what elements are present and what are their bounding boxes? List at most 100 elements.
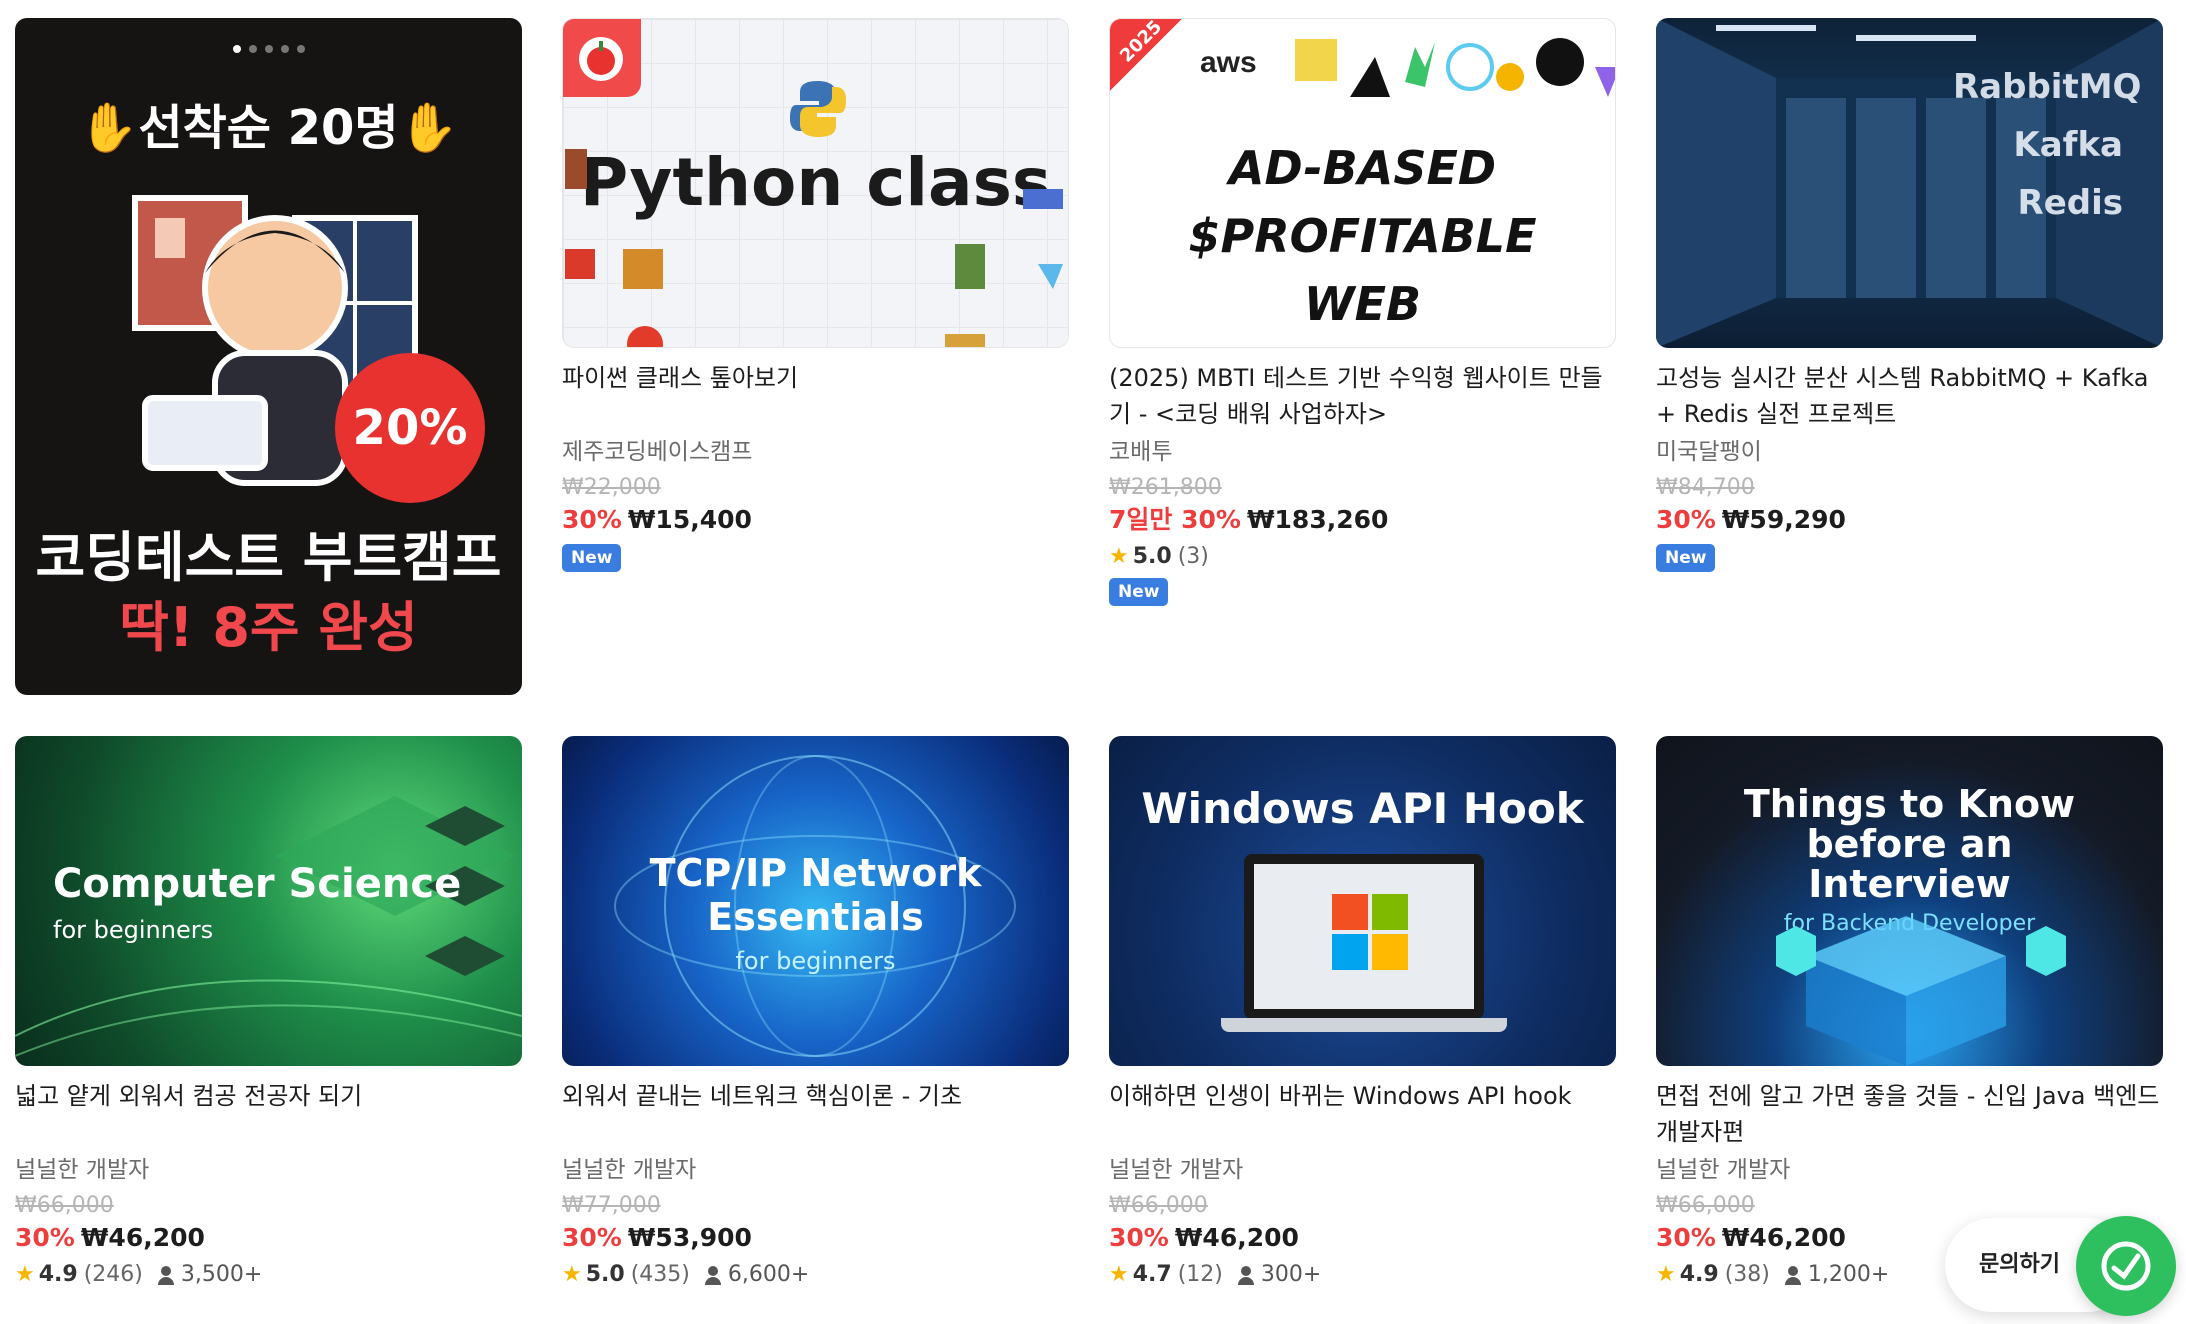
review-count: (435) xyxy=(630,1262,690,1287)
carousel-dots xyxy=(15,38,522,57)
new-badge: New xyxy=(1109,578,1169,606)
pixel-characters-illustration xyxy=(565,149,1063,347)
original-price: ₩22,000 xyxy=(562,475,661,500)
discount-rate: 30% xyxy=(1109,1223,1169,1252)
instructor-name[interactable]: 코배투 xyxy=(1109,432,1616,472)
sale-price: ₩53,900 xyxy=(627,1223,752,1252)
user-icon xyxy=(1237,1264,1255,1286)
star-icon: ★ xyxy=(15,1262,35,1287)
student-count: 300+ xyxy=(1260,1262,1322,1287)
original-price: ₩66,000 xyxy=(15,1193,114,1218)
review-count: (3) xyxy=(1177,544,1209,569)
original-price: ₩77,000 xyxy=(562,1193,661,1218)
course-title[interactable]: (2025) MBTI 테스트 기반 수익형 웹사이트 만들기 - <코딩 배워… xyxy=(1109,360,1616,432)
star-icon: ★ xyxy=(562,1262,582,1287)
course-thumbnail[interactable]: TCP/IP Network Essentials for beginners xyxy=(562,736,1069,1066)
tech-logos-illustration: aws xyxy=(1200,38,1615,97)
discount-rate: 30% xyxy=(1656,1223,1716,1252)
user-icon xyxy=(1784,1264,1802,1286)
instructor-name[interactable]: 미국달팽이 xyxy=(1656,432,2163,472)
original-price: ₩66,000 xyxy=(1109,1193,1208,1218)
course-thumbnail[interactable]: RabbitMQ Kafka Redis xyxy=(1656,18,2163,348)
price-line: 7일만 30% ₩183,260 xyxy=(1109,504,1616,536)
instructor-name[interactable]: 널널한 개발자 xyxy=(1109,1150,1616,1190)
carousel-dot[interactable] xyxy=(248,45,257,53)
windows-logo-icon xyxy=(1332,894,1412,974)
chat-button[interactable] xyxy=(2076,1216,2176,1316)
sale-price: ₩46,200 xyxy=(80,1223,205,1252)
carousel-dot[interactable] xyxy=(296,45,305,53)
price-line: 30% ₩53,900 xyxy=(562,1222,1069,1254)
course-title[interactable]: 고성능 실시간 분산 시스템 RabbitMQ + Kafka + Redis … xyxy=(1656,360,2163,432)
course-thumbnail[interactable]: Things to Know before an Interview for Ba… xyxy=(1656,736,2163,1066)
course-title[interactable]: 외워서 끝내는 네트워크 핵심이론 - 기초 xyxy=(562,1078,1069,1150)
course-thumbnail[interactable]: Computer Science for beginners xyxy=(15,736,522,1066)
rating-value: 5.0 xyxy=(585,1262,625,1287)
course-thumbnail[interactable]: Python class xyxy=(562,18,1069,348)
rating-row: ★ 5.0 (3) xyxy=(1109,536,1616,578)
instructor-name[interactable]: 널널한 개발자 xyxy=(1656,1150,2163,1190)
rating-value: 4.9 xyxy=(1679,1262,1719,1287)
discount-rate: 30% xyxy=(15,1223,75,1252)
laptop-illustration xyxy=(1244,854,1484,1019)
course-title[interactable]: 이해하면 인생이 바뀌는 Windows API hook xyxy=(1109,1078,1616,1150)
svg-text:aws: aws xyxy=(1200,46,1257,79)
thumbnail-text: RabbitMQ Kafka Redis xyxy=(1953,67,2142,223)
review-count: (38) xyxy=(1724,1262,1770,1287)
instructor-name[interactable]: 널널한 개발자 xyxy=(15,1150,522,1190)
thumbnail-heading: TCP/IP Network Essentials xyxy=(649,851,982,939)
discount-rate: 30% xyxy=(1656,505,1716,534)
sale-price: ₩46,200 xyxy=(1721,1223,1846,1252)
user-icon xyxy=(157,1264,175,1286)
original-price: ₩261,800 xyxy=(1109,475,1222,500)
carousel-dot[interactable] xyxy=(280,45,289,53)
star-icon: ★ xyxy=(1656,1262,1676,1287)
student-count: 6,600+ xyxy=(727,1262,810,1287)
thumbnail-text: Windows API Hook xyxy=(1141,784,1584,833)
original-price: ₩84,700 xyxy=(1656,475,1755,500)
laptop-base xyxy=(1221,1018,1507,1032)
user-icon xyxy=(704,1264,722,1286)
discount-seal: 20% xyxy=(335,353,485,503)
star-icon: ★ xyxy=(1109,544,1129,569)
rating-row: ★ 4.7 (12) 300+ xyxy=(1109,1254,1616,1296)
apple-logo-icon xyxy=(563,19,641,97)
course-thumbnail[interactable]: Windows API Hook xyxy=(1109,736,1616,1066)
course-title[interactable]: 파이썬 클래스 톺아보기 xyxy=(562,360,1069,432)
rating-value: 4.9 xyxy=(38,1262,78,1287)
rating-value: 5.0 xyxy=(1132,544,1172,569)
student-count: 3,500+ xyxy=(180,1262,263,1287)
instructor-name[interactable]: 널널한 개발자 xyxy=(562,1150,1069,1190)
course-grid: ✋선착순 20명✋ 20% 코딩테스트 부트캠프 딱! 8주 완성 Python… xyxy=(15,18,2165,1318)
thumbnail-subheading: for beginners xyxy=(735,947,896,975)
course-thumbnail[interactable]: 2025 aws AD-BASED $PROFITABLE WEB xyxy=(1109,18,1616,348)
course-title[interactable]: 면접 전에 알고 가면 좋을 것들 - 신입 Java 백엔드 개발자편 xyxy=(1656,1078,2163,1150)
sale-price: ₩15,400 xyxy=(627,505,752,534)
discount-rate: 7일만 30% xyxy=(1109,505,1241,534)
promo-subtitle: 딱! 8주 완성 xyxy=(119,596,418,659)
rating-row: ★ 4.9 (246) 3,500+ xyxy=(15,1254,522,1296)
price-line: 30% ₩46,200 xyxy=(1109,1222,1616,1254)
carousel-dot[interactable] xyxy=(264,45,273,53)
course-title[interactable]: 넓고 얕게 외워서 컴공 전공자 되기 xyxy=(15,1078,522,1150)
rating-row: ★ 5.0 (435) 6,600+ xyxy=(562,1254,1069,1296)
sale-price: ₩59,290 xyxy=(1721,505,1846,534)
thumbnail-heading: Computer Science xyxy=(53,861,462,907)
python-logo-icon xyxy=(790,81,846,137)
carousel-dot[interactable] xyxy=(232,45,241,53)
promo-banner[interactable]: ✋선착순 20명✋ 20% 코딩테스트 부트캠프 딱! 8주 완성 xyxy=(15,18,522,695)
thumbnail-subheading: for beginners xyxy=(53,916,214,944)
inquiry-label: 문의하기 xyxy=(1979,1252,2060,1277)
review-count: (12) xyxy=(1177,1262,1223,1287)
instructor-name[interactable]: 제주코딩베이스캠프 xyxy=(562,432,1069,472)
sale-price: ₩183,260 xyxy=(1246,505,1389,534)
thumbnail-heading: Things to Know before an Interview xyxy=(1743,782,2076,906)
thumbnail-text: Computer Science for beginners xyxy=(53,861,461,953)
sale-price: ₩46,200 xyxy=(1174,1223,1299,1252)
discount-rate: 30% xyxy=(562,1223,622,1252)
new-badge: New xyxy=(1656,544,1716,572)
new-badge: New xyxy=(562,544,622,572)
laptop-hologram-illustration xyxy=(1776,916,2066,1066)
rating-value: 4.7 xyxy=(1132,1262,1172,1287)
thumbnail-text: TCP/IP Network Essentials for beginners xyxy=(562,851,1069,983)
